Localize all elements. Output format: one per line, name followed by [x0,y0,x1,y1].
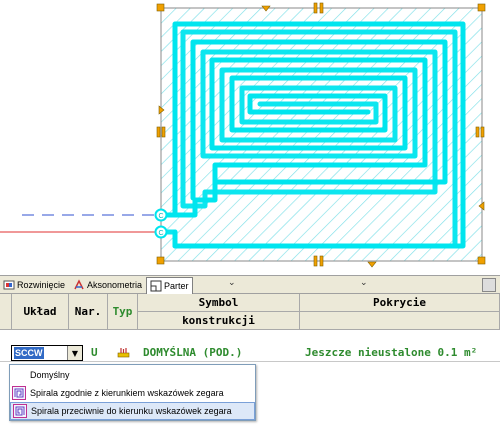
floor-plan-icon [150,280,162,292]
handle-edge[interactable] [313,2,318,14]
handle-edge[interactable] [161,126,166,138]
handle-corner[interactable] [477,3,486,12]
column-header-pokrycie[interactable]: Pokrycie [300,294,500,312]
radiator-icon[interactable] [117,344,130,361]
chevron-down-icon[interactable]: ⌄ [228,278,236,288]
column-header-pokrycie-sub [300,312,500,330]
column-header-konstrukcji[interactable]: konstrukcji [138,312,300,330]
handle-edge[interactable] [319,255,324,267]
column-header-typ[interactable]: Typ [108,294,138,330]
symbol-cell[interactable]: DOMYŚLNA (POD.) [143,344,242,361]
spiral-cw-icon [12,386,26,400]
tab-label: Rozwinięcie [17,280,66,290]
column-header-symbol[interactable]: Symbol [138,294,300,312]
tab-label: Aksonometria [87,280,143,290]
column-header-uklad[interactable]: Układ [12,294,69,330]
svg-text:C: C [158,213,163,220]
view-tab-bar: Rozwinięcie Aksonometria Parter ⌄ ⌄ [0,275,500,294]
option-domyslny[interactable]: Domyślny [10,366,255,384]
handle-edge[interactable] [156,126,161,138]
handle-edge[interactable] [480,126,485,138]
pokrycie-cell[interactable]: Jeszcze nieustalone 0.1 m² [305,344,477,361]
handle-arrow[interactable] [367,261,377,268]
connector-supply[interactable]: C [154,208,168,222]
tab-label: Parter [164,281,189,291]
tab-rozwiniecie[interactable]: Rozwinięcie [0,277,68,293]
handle-corner[interactable] [477,256,486,265]
handle-edge[interactable] [319,2,324,14]
unfold-icon [3,279,15,291]
chevron-down-icon[interactable]: ▼ [67,346,82,360]
connector-return[interactable]: C [154,225,168,239]
tab-parter[interactable]: Parter [146,277,193,294]
handle-edge[interactable] [313,255,318,267]
grid-spacer-row [0,330,500,345]
handle-edge[interactable] [475,126,480,138]
spiral-ccw-icon [13,404,27,418]
option-spiral-ccw[interactable]: Spirala przeciwnie do kierunku wskazówek… [10,402,255,420]
properties-grid: Układ Nar. Typ Symbol konstrukcji Pokryc… [0,294,500,364]
handle-corner[interactable] [156,3,165,12]
svg-text:C: C [158,230,163,237]
uklad-combobox[interactable]: SCCW ▼ [11,345,83,361]
uklad-dropdown-list[interactable]: Domyślny Spirala zgodnie z kierunkiem ws… [9,364,256,421]
row-header-corner [0,294,12,330]
axonometry-icon [73,279,85,291]
tab-aksonometria[interactable]: Aksonometria [70,277,145,293]
option-spiral-cw[interactable]: Spirala zgodnie z kierunkiem wskazówek z… [10,384,255,402]
table-row[interactable]: SCCW ▼ U DOMYŚLNA (POD.) Jeszcze nieusta… [0,344,500,362]
column-header-nar[interactable]: Nar. [69,294,108,330]
uklad-combobox-value: SCCW [14,347,44,359]
nar-cell[interactable]: U [91,344,98,361]
drawing-canvas[interactable]: C C [0,0,500,275]
chevron-down-icon[interactable]: ⌄ [360,278,368,288]
floor-heating-loop-drawing[interactable]: C C [0,0,500,275]
scroll-right-button[interactable] [482,278,496,292]
handle-corner[interactable] [156,256,165,265]
